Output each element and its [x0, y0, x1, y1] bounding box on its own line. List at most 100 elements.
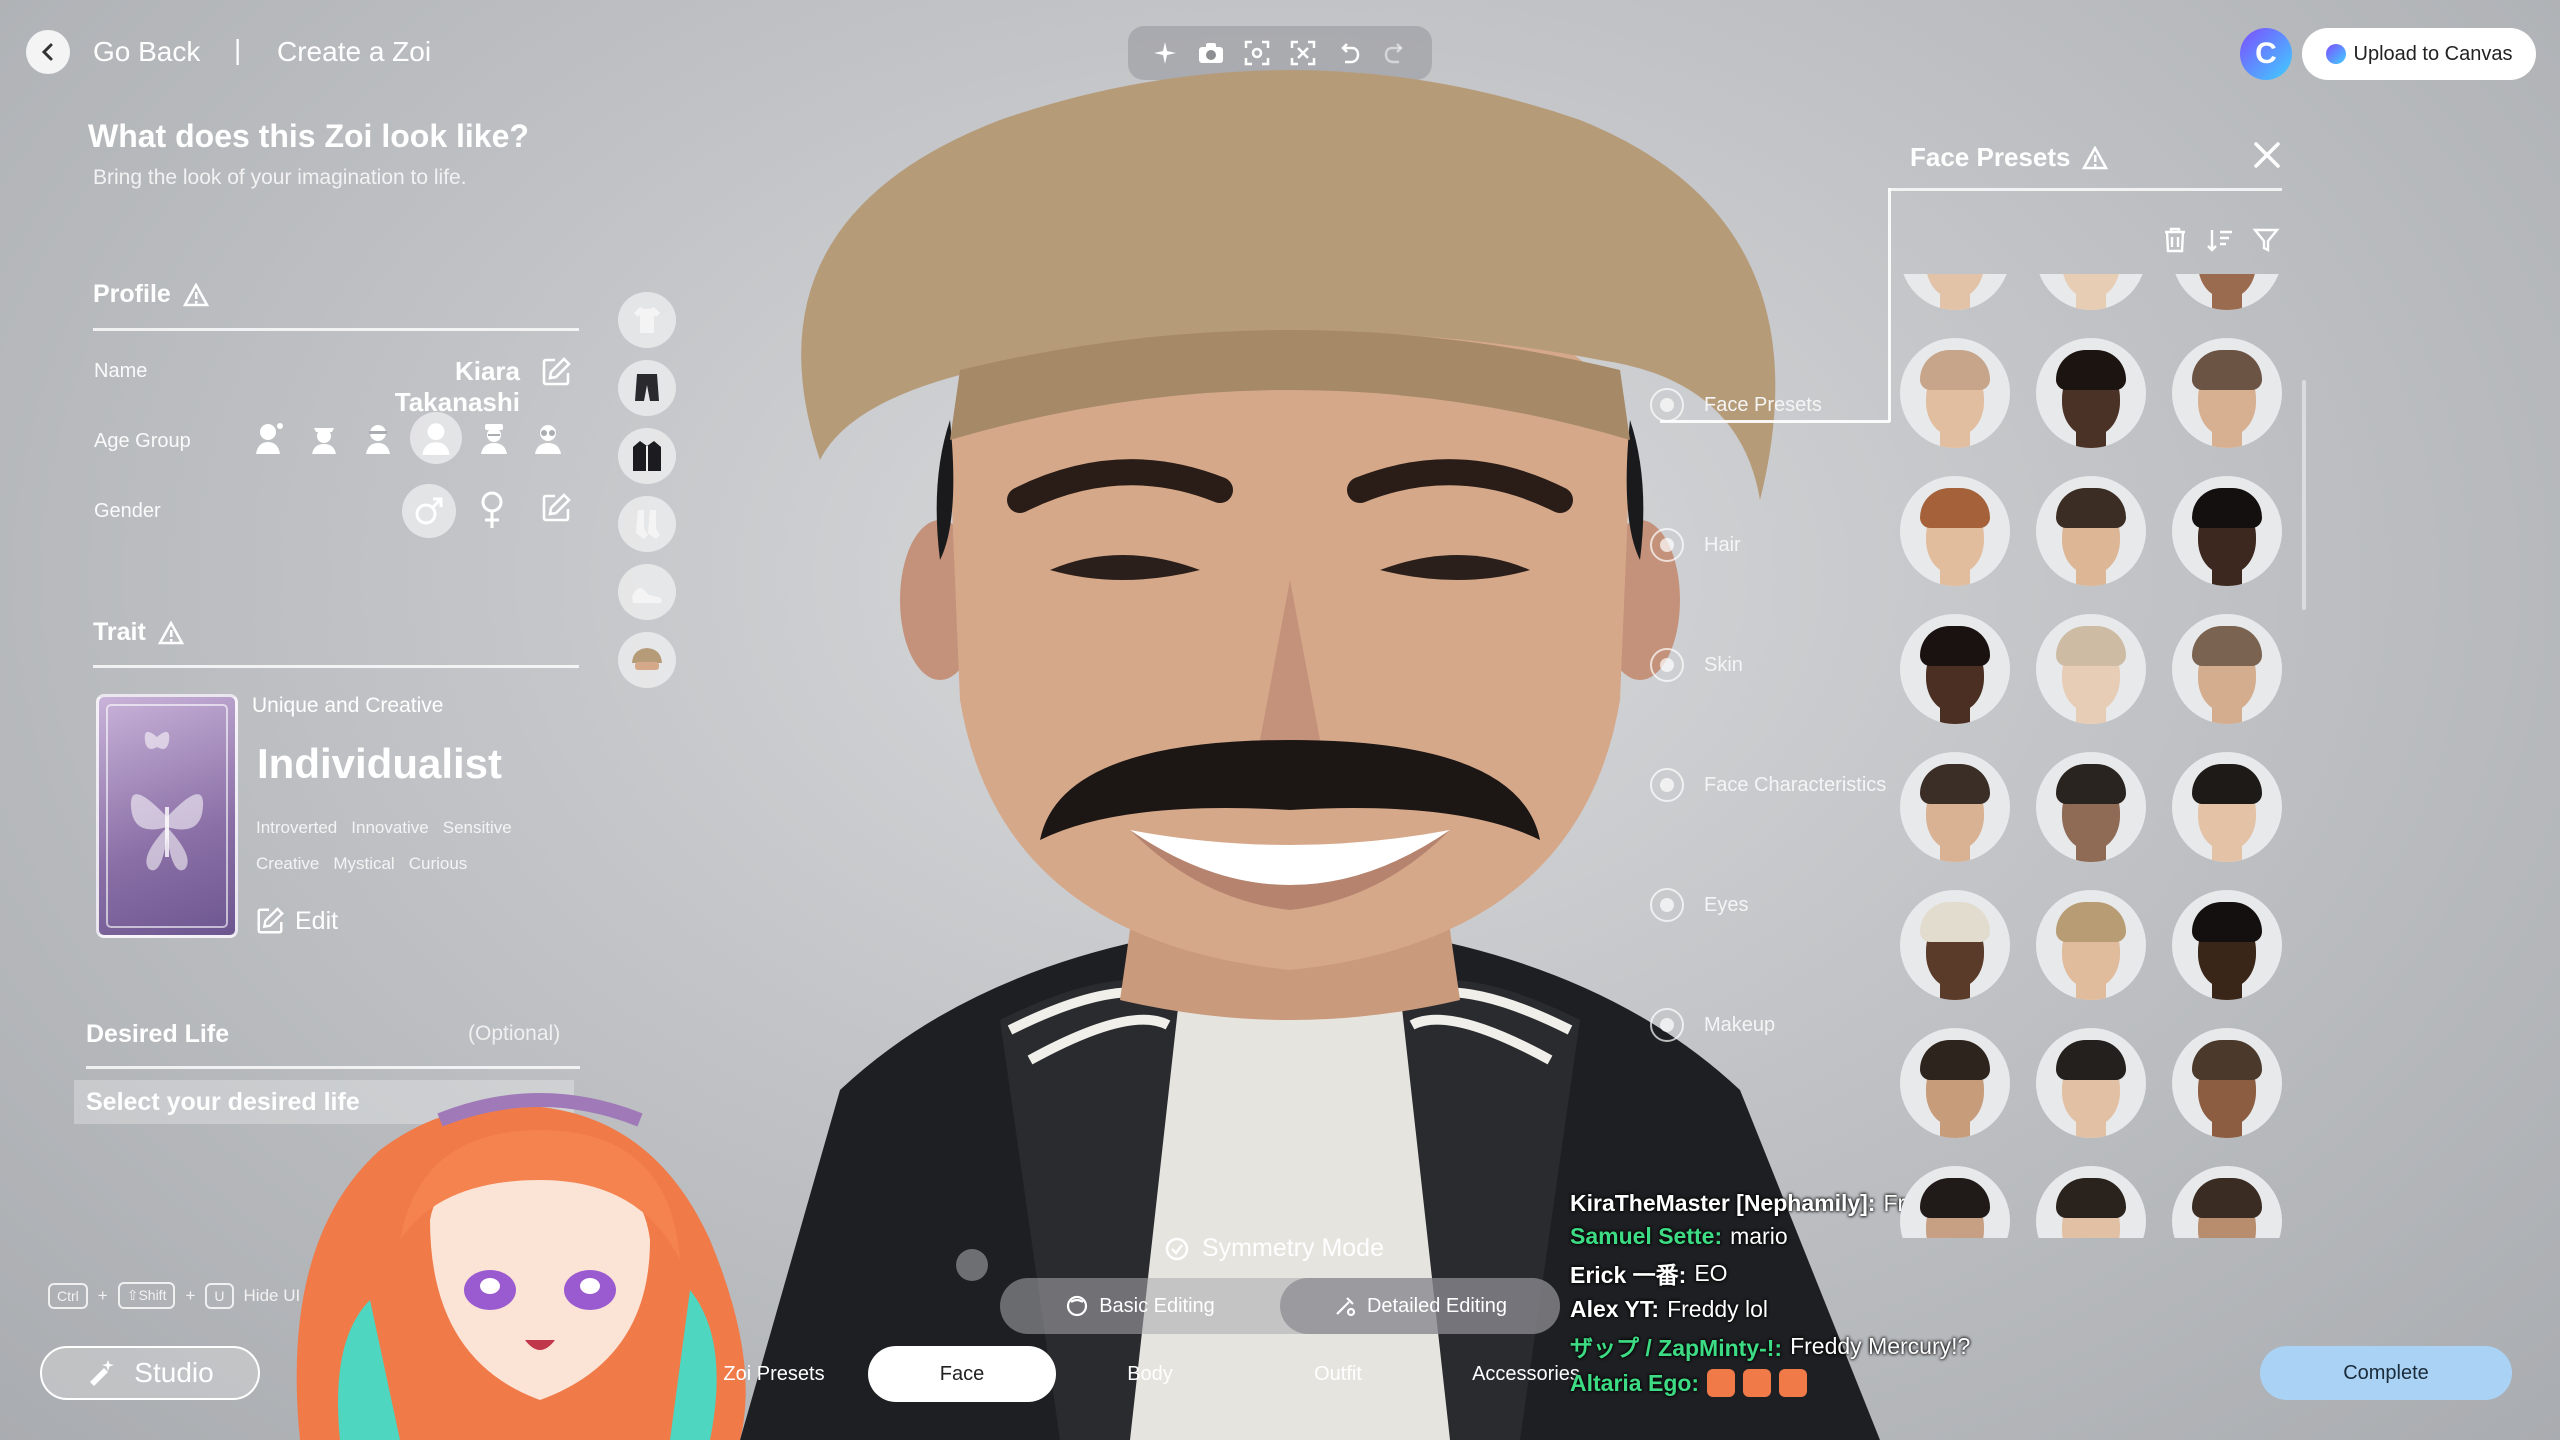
check-circle-icon: [1165, 1237, 1189, 1260]
face-preset-item[interactable]: [2172, 752, 2282, 862]
face-preset-item[interactable]: [2036, 338, 2146, 448]
basic-editing-button[interactable]: Basic Editing: [1000, 1278, 1280, 1334]
preset-hair: [2192, 350, 2262, 390]
close-icon[interactable]: [2250, 138, 2284, 172]
edit-gender-icon[interactable]: [540, 492, 572, 524]
preset-hair: [1920, 764, 1990, 804]
adult-icon[interactable]: [472, 416, 516, 460]
profile-heading-label: Profile: [93, 280, 171, 308]
studio-button[interactable]: Studio: [40, 1346, 260, 1400]
trait-tag: Sensitive: [442, 818, 512, 837]
tab-body[interactable]: Body: [1056, 1346, 1244, 1402]
chat-message: ザップ / ZapMinty-!: Freddy Mercury!?: [1570, 1329, 2130, 1363]
face-preset-item[interactable]: [2172, 890, 2282, 1000]
face-preset-item[interactable]: [1900, 752, 2010, 862]
back-button[interactable]: [26, 30, 70, 74]
face-presets-title-label: Face Presets: [1910, 142, 2071, 172]
page-subtitle: Bring the look of your imagination to li…: [93, 166, 467, 189]
category-face-characteristics[interactable]: Face Characteristics: [1650, 768, 1886, 802]
preset-face: [2198, 274, 2256, 298]
filter-icon[interactable]: [2252, 226, 2280, 254]
face-preset-item[interactable]: [2036, 752, 2146, 862]
face-preset-item[interactable]: [2036, 1166, 2146, 1238]
edit-name-icon[interactable]: [540, 356, 572, 388]
breadcrumb-create-zoi: Create a Zoi: [277, 36, 432, 67]
face-preset-grid: [1900, 274, 2282, 1238]
face-preset-item[interactable]: [1900, 1028, 2010, 1138]
trait-card[interactable]: [96, 694, 238, 938]
face-preset-item[interactable]: [2036, 1028, 2146, 1138]
preset-face: [2062, 274, 2120, 298]
face-preset-item[interactable]: [1900, 274, 2010, 310]
plus-sign: +: [185, 1285, 196, 1305]
symmetry-mode-label: Symmetry Mode: [1202, 1234, 1384, 1262]
face-preset-item[interactable]: [2036, 890, 2146, 1000]
category-hair[interactable]: Hair: [1650, 528, 1741, 562]
face-preset-item[interactable]: [2036, 476, 2146, 586]
upload-to-canvas-button[interactable]: Upload to Canvas: [2302, 28, 2536, 80]
detailed-editing-button[interactable]: Detailed Editing: [1280, 1278, 1560, 1334]
tab-face[interactable]: Face: [868, 1346, 1056, 1402]
warning-icon: [182, 282, 209, 306]
face-preset-item[interactable]: [2172, 338, 2282, 448]
young-adult-icon[interactable]: [410, 412, 462, 464]
tab-zoi-presets[interactable]: Zoi Presets: [680, 1346, 868, 1402]
preset-hair: [2192, 1178, 2262, 1218]
face-preset-item[interactable]: [2036, 274, 2146, 310]
preset-hair: [2056, 1040, 2126, 1080]
tab-outfit[interactable]: Outfit: [1244, 1346, 1432, 1402]
category-tabs: Zoi Presets Face Body Outfit Accessories: [680, 1346, 1640, 1402]
face-preset-grid-viewport[interactable]: [1900, 274, 2312, 1238]
socks-icon[interactable]: [618, 496, 676, 552]
face-preset-item[interactable]: [1900, 890, 2010, 1000]
face-preset-item[interactable]: [2172, 476, 2282, 586]
chevron-left-icon: [41, 43, 53, 61]
chat-username: Erick 一番:: [1570, 1262, 1687, 1288]
category-dot-icon: [1650, 388, 1684, 422]
preset-scrollbar[interactable]: [2302, 380, 2306, 610]
bottom-clothing-icon[interactable]: [618, 360, 676, 416]
emote-icon: [1707, 1369, 1736, 1397]
symmetry-mode-toggle[interactable]: Symmetry Mode: [1164, 1234, 1384, 1263]
preset-hair: [1920, 626, 1990, 666]
male-icon[interactable]: [402, 484, 456, 538]
infant-icon[interactable]: [248, 416, 292, 460]
preset-face: [1926, 274, 1984, 298]
child-icon[interactable]: [356, 416, 400, 460]
category-makeup[interactable]: Makeup: [1650, 1008, 1775, 1042]
trait-edit-button[interactable]: Edit: [255, 906, 338, 936]
trash-icon[interactable]: [2162, 226, 2188, 254]
face-preset-item[interactable]: [2172, 1028, 2282, 1138]
butterfly-icon: [106, 704, 228, 928]
shoes-icon[interactable]: [618, 564, 676, 620]
category-skin[interactable]: Skin: [1650, 648, 1743, 682]
face-preset-item[interactable]: [2172, 274, 2282, 310]
face-preset-item[interactable]: [1900, 476, 2010, 586]
preset-hair: [2056, 1178, 2126, 1218]
face-preset-item[interactable]: [1900, 614, 2010, 724]
category-face-presets[interactable]: Face Presets: [1650, 388, 1822, 422]
face-preset-item[interactable]: [1900, 1166, 2010, 1238]
chat-message: Altaria Ego:: [1570, 1369, 2130, 1397]
editing-mode-switch: Basic Editing Detailed Editing: [1000, 1278, 1560, 1334]
canvas-logo[interactable]: C: [2240, 28, 2292, 80]
female-icon[interactable]: [478, 490, 506, 530]
sort-icon[interactable]: [2206, 226, 2234, 254]
chat-text: mario: [1730, 1223, 1788, 1249]
detailed-editing-icon: [1336, 1297, 1356, 1317]
jacket-icon[interactable]: [618, 428, 676, 484]
face-preset-item[interactable]: [1900, 338, 2010, 448]
preset-hair: [2056, 488, 2126, 528]
face-preset-item[interactable]: [2036, 614, 2146, 724]
category-eyes[interactable]: Eyes: [1650, 888, 1748, 922]
elder-icon[interactable]: [526, 416, 570, 460]
u-key: U: [205, 1282, 234, 1309]
face-preset-item[interactable]: [2172, 614, 2282, 724]
preset-hair: [2056, 902, 2126, 942]
hat-icon[interactable]: [618, 632, 676, 688]
go-back-link[interactable]: Go Back: [93, 36, 200, 68]
toddler-icon[interactable]: [302, 416, 346, 460]
top-clothing-icon[interactable]: [618, 292, 676, 348]
complete-button[interactable]: Complete: [2260, 1346, 2512, 1400]
face-preset-item[interactable]: [2172, 1166, 2282, 1238]
